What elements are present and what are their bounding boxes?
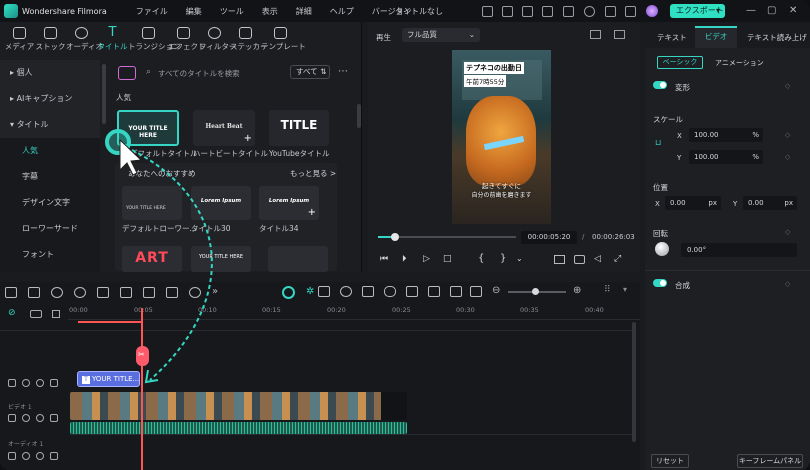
- drag-path: [131, 149, 213, 381]
- drag-arrowhead-icon: [144, 369, 159, 384]
- drag-annotation: [105, 129, 213, 384]
- app-window: Wondershare Filmora ファイル 編集 ツール 表示 詳細 ヘル…: [0, 0, 810, 470]
